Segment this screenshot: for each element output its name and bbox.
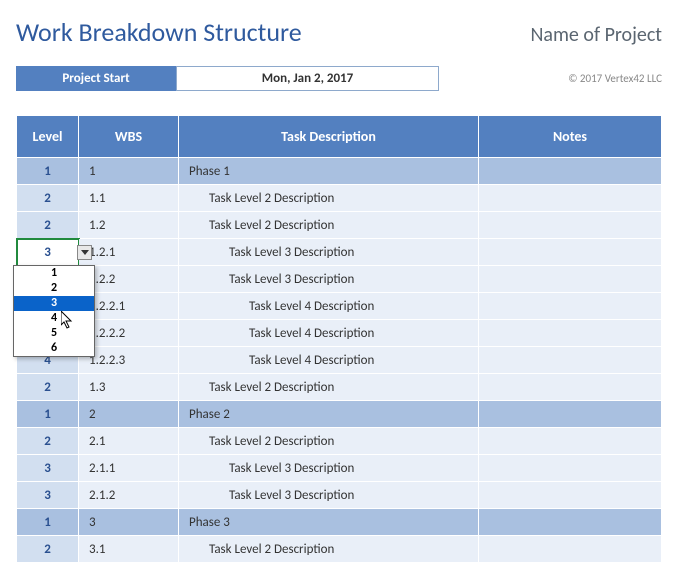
level-cell[interactable]: 1	[17, 401, 79, 428]
wbs-cell[interactable]: 2.1.1	[79, 455, 179, 482]
description-cell[interactable]: Task Level 4 Description	[179, 347, 479, 374]
description-cell[interactable]: Phase 2	[179, 401, 479, 428]
notes-cell[interactable]	[479, 320, 662, 347]
page-title: Work Breakdown Structure	[16, 16, 302, 48]
table-row: 12Phase 2	[17, 401, 662, 428]
table-row: 13Phase 3	[17, 509, 662, 536]
notes-cell[interactable]	[479, 509, 662, 536]
level-cell[interactable]: 2	[17, 536, 79, 563]
table-row: 11Phase 1	[17, 158, 662, 185]
header: Work Breakdown Structure Name of Project	[16, 16, 662, 48]
table-row: 23.1Task Level 2 Description	[17, 536, 662, 563]
project-start-date[interactable]: Mon, Jan 2, 2017	[176, 66, 439, 91]
notes-cell[interactable]	[479, 401, 662, 428]
table-row: 41.2.2.2Task Level 4 Description	[17, 320, 662, 347]
dropdown-option[interactable]: 6	[14, 341, 94, 356]
notes-cell[interactable]	[479, 455, 662, 482]
dropdown-button[interactable]	[77, 245, 92, 260]
level-cell[interactable]: 3	[17, 482, 79, 509]
table-row: 31.2.2Task Level 3 Description	[17, 266, 662, 293]
project-start-label: Project Start	[16, 66, 176, 91]
wbs-cell[interactable]: 1	[79, 158, 179, 185]
wbs-cell[interactable]: 3.1	[79, 536, 179, 563]
copyright: © 2017 Vertex42 LLC	[568, 72, 662, 85]
description-cell[interactable]: Task Level 2 Description	[179, 536, 479, 563]
notes-cell[interactable]	[479, 482, 662, 509]
dropdown-option[interactable]: 5	[14, 326, 94, 341]
col-wbs[interactable]: WBS	[79, 116, 179, 158]
col-desc[interactable]: Task Description	[179, 116, 479, 158]
description-cell[interactable]: Task Level 2 Description	[179, 185, 479, 212]
notes-cell[interactable]	[479, 347, 662, 374]
col-level[interactable]: Level	[17, 116, 79, 158]
project-name: Name of Project	[530, 23, 662, 47]
notes-cell[interactable]	[479, 536, 662, 563]
wbs-cell[interactable]: 2.1	[79, 428, 179, 455]
description-cell[interactable]: Task Level 2 Description	[179, 428, 479, 455]
level-cell[interactable]: 2	[17, 428, 79, 455]
table-row: 32.1.1Task Level 3 Description	[17, 455, 662, 482]
wbs-table: Level WBS Task Description Notes 11Phase…	[16, 115, 662, 563]
notes-cell[interactable]	[479, 185, 662, 212]
col-notes[interactable]: Notes	[479, 116, 662, 158]
project-start-row: Project Start Mon, Jan 2, 2017 © 2017 Ve…	[16, 66, 662, 91]
description-cell[interactable]: Task Level 4 Description	[179, 320, 479, 347]
notes-cell[interactable]	[479, 239, 662, 266]
table-header-row: Level WBS Task Description Notes	[17, 116, 662, 158]
wbs-cell[interactable]: 2.1.2	[79, 482, 179, 509]
wbs-cell[interactable]: 1.2.1	[79, 239, 179, 266]
wbs-cell[interactable]: 2	[79, 401, 179, 428]
notes-cell[interactable]	[479, 374, 662, 401]
description-cell[interactable]: Phase 1	[179, 158, 479, 185]
notes-cell[interactable]	[479, 266, 662, 293]
notes-cell[interactable]	[479, 293, 662, 320]
table-row: 32.1.2Task Level 3 Description	[17, 482, 662, 509]
dropdown-list[interactable]: 123456	[13, 265, 95, 357]
wbs-cell[interactable]: 3	[79, 509, 179, 536]
table-row: 21.1Task Level 2 Description	[17, 185, 662, 212]
description-cell[interactable]: Task Level 3 Description	[179, 455, 479, 482]
dropdown-option[interactable]: 2	[14, 281, 94, 296]
level-cell[interactable]: 2	[17, 185, 79, 212]
table-row: 21.2Task Level 2 Description	[17, 212, 662, 239]
description-cell[interactable]: Task Level 4 Description	[179, 293, 479, 320]
level-cell[interactable]: 2	[17, 374, 79, 401]
table-row: 22.1Task Level 2 Description	[17, 428, 662, 455]
description-cell[interactable]: Phase 3	[179, 509, 479, 536]
table-row: 41.2.2.3Task Level 4 Description	[17, 347, 662, 374]
description-cell[interactable]: Task Level 2 Description	[179, 374, 479, 401]
table-row: 31234561.2.1Task Level 3 Description	[17, 239, 662, 266]
level-cell[interactable]: 3	[17, 455, 79, 482]
description-cell[interactable]: Task Level 3 Description	[179, 239, 479, 266]
description-cell[interactable]: Task Level 3 Description	[179, 482, 479, 509]
dropdown-option[interactable]: 3	[14, 296, 94, 311]
wbs-cell[interactable]: 1.1	[79, 185, 179, 212]
table-row: 41.2.2.1Task Level 4 Description	[17, 293, 662, 320]
level-cell[interactable]: 2	[17, 212, 79, 239]
table-row: 21.3Task Level 2 Description	[17, 374, 662, 401]
description-cell[interactable]: Task Level 2 Description	[179, 212, 479, 239]
description-cell[interactable]: Task Level 3 Description	[179, 266, 479, 293]
wbs-cell[interactable]: 1.3	[79, 374, 179, 401]
wbs-cell[interactable]: 1.2	[79, 212, 179, 239]
level-cell[interactable]: 1	[17, 158, 79, 185]
dropdown-option[interactable]: 4	[14, 311, 94, 326]
notes-cell[interactable]	[479, 212, 662, 239]
level-cell[interactable]: 1	[17, 509, 79, 536]
level-cell[interactable]: 3123456	[17, 239, 79, 266]
notes-cell[interactable]	[479, 428, 662, 455]
dropdown-option[interactable]: 1	[14, 266, 94, 281]
notes-cell[interactable]	[479, 158, 662, 185]
